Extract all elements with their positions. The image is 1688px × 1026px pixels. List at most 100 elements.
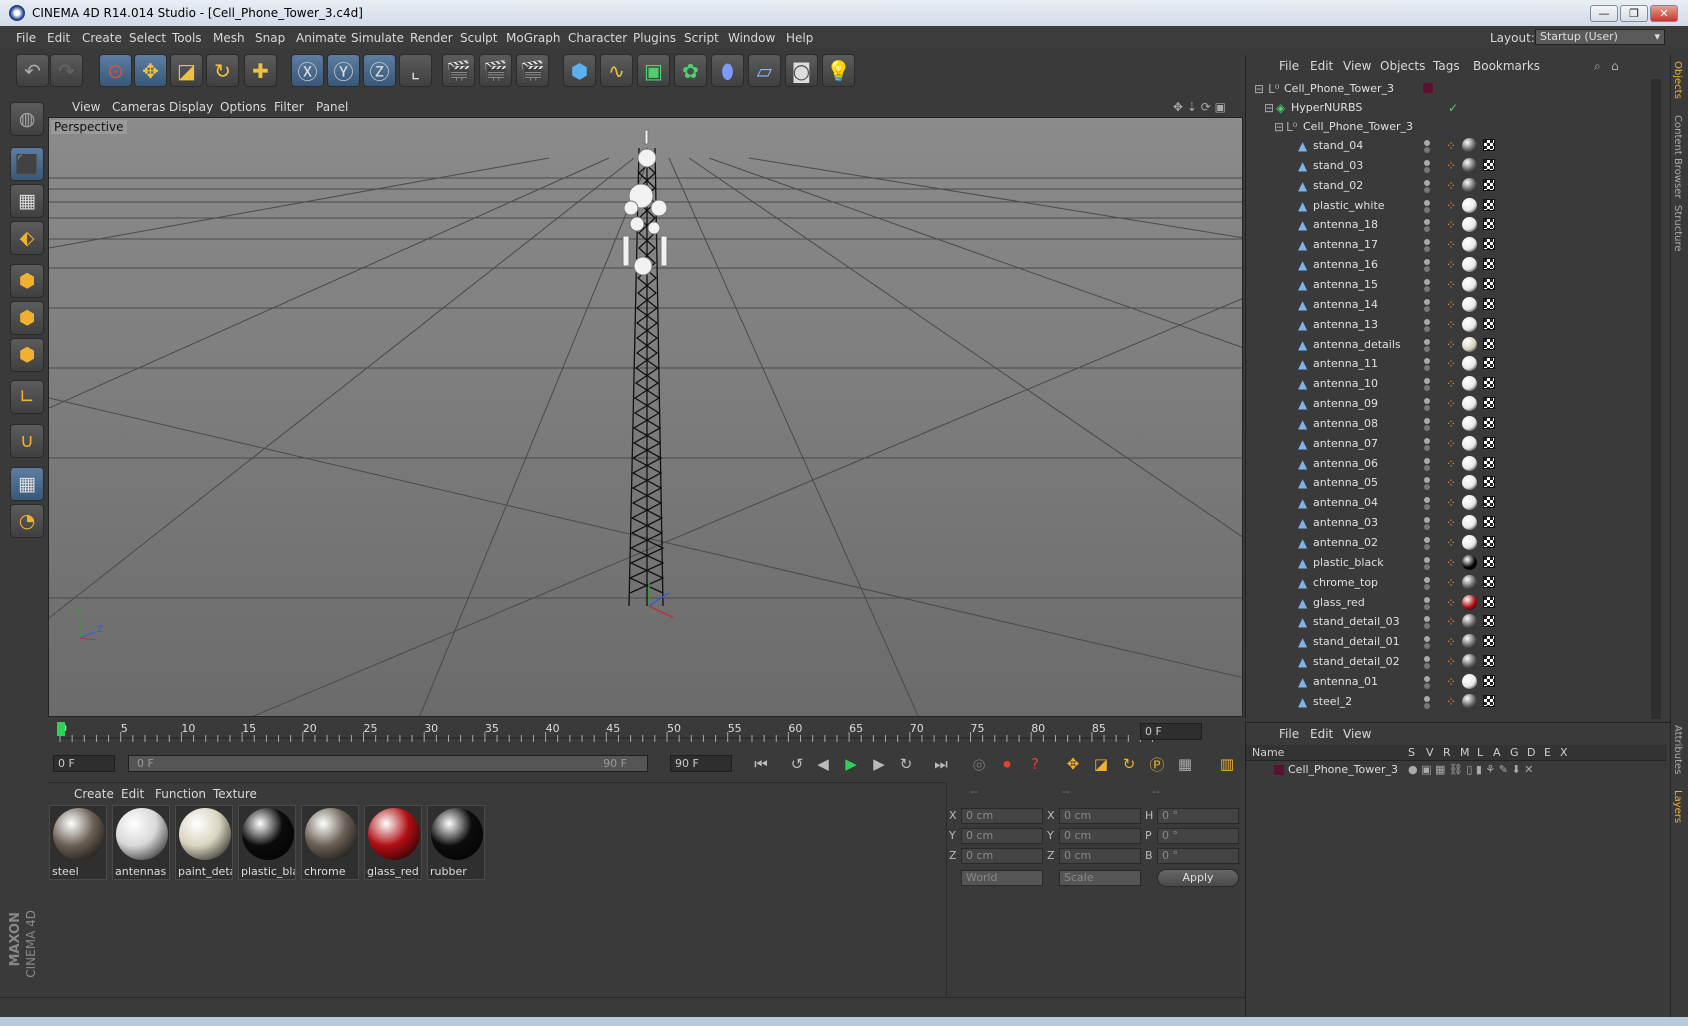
phong-tag-icon[interactable]: ⁘ — [1446, 278, 1456, 292]
layout-select[interactable]: Startup (User) ▾ — [1535, 29, 1665, 45]
tree-item[interactable]: ▲ stand_04 ⁘ — [1246, 136, 1651, 156]
menu-edit[interactable]: Edit — [47, 31, 70, 45]
menu-create[interactable]: Create — [82, 31, 122, 45]
render-visibility-dot[interactable] — [1424, 385, 1430, 392]
layer-toggles[interactable]: ● ▣ ▦ ⛓ ▯ ▮ ⚘ ✎ ⬇ ✕ — [1408, 763, 1533, 776]
render-visibility-dot[interactable] — [1424, 464, 1430, 471]
editor-visibility-dot[interactable] — [1424, 695, 1430, 702]
tree-item[interactable]: ▲ antenna_01 ⁘ — [1246, 672, 1651, 692]
coord-pos-y-field[interactable]: 0 cm — [961, 828, 1043, 844]
material-tag-icon[interactable] — [1462, 237, 1477, 253]
texture-tag-icon[interactable] — [1483, 238, 1495, 251]
texture-tag-icon[interactable] — [1483, 516, 1495, 529]
render-view-icon[interactable]: 🎬 — [442, 54, 475, 87]
material-swatch[interactable]: steel — [49, 805, 107, 880]
render-visibility-dot[interactable] — [1424, 623, 1430, 630]
texture-tag-icon[interactable] — [1483, 496, 1495, 509]
coordinate-system-icon[interactable]: ⌞ — [399, 54, 432, 87]
editor-visibility-dot[interactable] — [1424, 219, 1430, 226]
render-visibility-dot[interactable] — [1424, 424, 1430, 431]
editor-visibility-dot[interactable] — [1424, 537, 1430, 543]
editor-visibility-dot[interactable] — [1424, 417, 1430, 424]
tab-structure[interactable]: Structure — [1672, 205, 1683, 252]
tree-item[interactable]: ▲ antenna_03 ⁘ — [1246, 513, 1651, 533]
material-tag-icon[interactable] — [1462, 455, 1477, 471]
tree-item[interactable]: ▲ antenna_details ⁘ — [1246, 335, 1651, 355]
material-tag-icon[interactable] — [1462, 316, 1477, 332]
vp-menu-panel[interactable]: Panel — [316, 100, 348, 114]
material-tag-icon[interactable] — [1462, 356, 1477, 372]
timeline-window-icon[interactable]: ▥ — [1214, 752, 1240, 776]
render-visibility-dot[interactable] — [1424, 305, 1430, 312]
obj-menu-edit[interactable]: Edit — [1310, 59, 1333, 73]
make-editable-icon[interactable]: ◍ — [10, 102, 44, 136]
soft-selection-icon[interactable]: ◔ — [10, 504, 44, 538]
menu-select[interactable]: Select — [129, 31, 166, 45]
render-picture-viewer-icon[interactable]: 🎬 — [479, 54, 512, 87]
tree-item[interactable]: ▲ antenna_04 ⁘ — [1246, 493, 1651, 513]
render-visibility-dot[interactable] — [1424, 544, 1430, 550]
layer-menu-view[interactable]: View — [1343, 727, 1371, 741]
edges-mode-icon[interactable]: ⬢ — [10, 301, 44, 335]
editor-visibility-dot[interactable] — [1424, 140, 1430, 146]
phong-tag-icon[interactable]: ⁘ — [1446, 457, 1456, 471]
tree-item[interactable]: ▲ antenna_11 ⁘ — [1246, 354, 1651, 374]
key-point-level-icon[interactable]: ▦ — [1172, 752, 1198, 776]
texture-tag-icon[interactable] — [1483, 277, 1495, 290]
vp-menu-view[interactable]: View — [72, 100, 100, 114]
editor-visibility-dot[interactable] — [1424, 378, 1430, 385]
object-scrollbar[interactable] — [1651, 79, 1661, 719]
editor-visibility-dot[interactable] — [1424, 199, 1430, 206]
texture-tag-icon[interactable] — [1483, 655, 1495, 668]
obj-menu-objects[interactable]: Objects — [1380, 59, 1425, 73]
previous-frame-icon[interactable]: ◀ — [810, 752, 836, 776]
tree-item[interactable]: ▲ antenna_08 ⁘ — [1246, 414, 1651, 434]
home-icon[interactable]: ⌂ — [1611, 59, 1619, 73]
texture-tag-icon[interactable] — [1483, 555, 1495, 568]
light-icon[interactable]: 💡 — [822, 54, 855, 87]
material-tag-icon[interactable] — [1462, 197, 1477, 213]
editor-visibility-dot[interactable] — [1424, 497, 1430, 504]
material-tag-icon[interactable] — [1462, 157, 1477, 173]
mat-menu-texture[interactable]: Texture — [213, 787, 257, 801]
phong-tag-icon[interactable]: ⁘ — [1446, 179, 1456, 193]
auto-keying-icon[interactable]: ⏺ — [994, 752, 1020, 776]
tree-item-root[interactable]: ⊟ L⁰ Cell_Phone_Tower_3 — [1246, 79, 1651, 99]
render-visibility-dot[interactable] — [1424, 266, 1430, 273]
tree-item-hypernurbs[interactable]: ⊟ ◈ HyperNURBS ✓ — [1246, 98, 1651, 118]
tree-item[interactable]: ▲ antenna_02 ⁘ — [1246, 533, 1651, 553]
next-frame-icon[interactable]: ▶ — [866, 752, 892, 776]
render-visibility-dot[interactable] — [1424, 147, 1430, 153]
editor-visibility-dot[interactable] — [1424, 398, 1430, 405]
material-swatch[interactable]: antennas — [112, 805, 170, 880]
texture-tag-icon[interactable] — [1483, 297, 1495, 310]
menu-plugins[interactable]: Plugins — [633, 31, 676, 45]
polygons-mode-icon[interactable]: ⬢ — [10, 338, 44, 372]
phong-tag-icon[interactable]: ⁘ — [1446, 238, 1456, 252]
x-axis-lock-icon[interactable]: Ⓧ — [291, 54, 324, 87]
render-visibility-dot[interactable] — [1424, 583, 1430, 590]
material-swatch[interactable]: glass_red — [364, 805, 422, 880]
editor-visibility-dot[interactable] — [1424, 259, 1430, 266]
maximize-button[interactable]: ❐ — [1620, 5, 1648, 22]
material-tag-icon[interactable] — [1462, 495, 1477, 511]
render-visibility-dot[interactable] — [1424, 563, 1430, 570]
menu-simulate[interactable]: Simulate — [351, 31, 404, 45]
coord-rot-p-field[interactable]: 0 ° — [1157, 828, 1239, 844]
axis-mode-icon[interactable]: ∟ — [10, 380, 44, 414]
obj-menu-view[interactable]: View — [1343, 59, 1371, 73]
tab-attributes[interactable]: Attributes — [1672, 725, 1683, 774]
vp-menu-options[interactable]: Options — [220, 100, 266, 114]
keyframe-selection-icon[interactable]: ? — [1022, 752, 1048, 776]
phong-tag-icon[interactable]: ⁘ — [1446, 318, 1456, 332]
tree-item[interactable]: ▲ plastic_black ⁘ — [1246, 553, 1651, 573]
render-visibility-dot[interactable] — [1424, 405, 1430, 412]
coord-pos-z-field[interactable]: 0 cm — [961, 848, 1043, 864]
texture-tag-icon[interactable] — [1483, 377, 1495, 390]
texture-tag-icon[interactable] — [1483, 674, 1495, 687]
editor-visibility-dot[interactable] — [1424, 298, 1430, 305]
obj-menu-tags[interactable]: Tags — [1433, 59, 1460, 73]
material-tag-icon[interactable] — [1462, 535, 1477, 550]
coord-space-select[interactable]: World — [961, 870, 1043, 886]
phong-tag-icon[interactable]: ⁘ — [1446, 139, 1456, 153]
